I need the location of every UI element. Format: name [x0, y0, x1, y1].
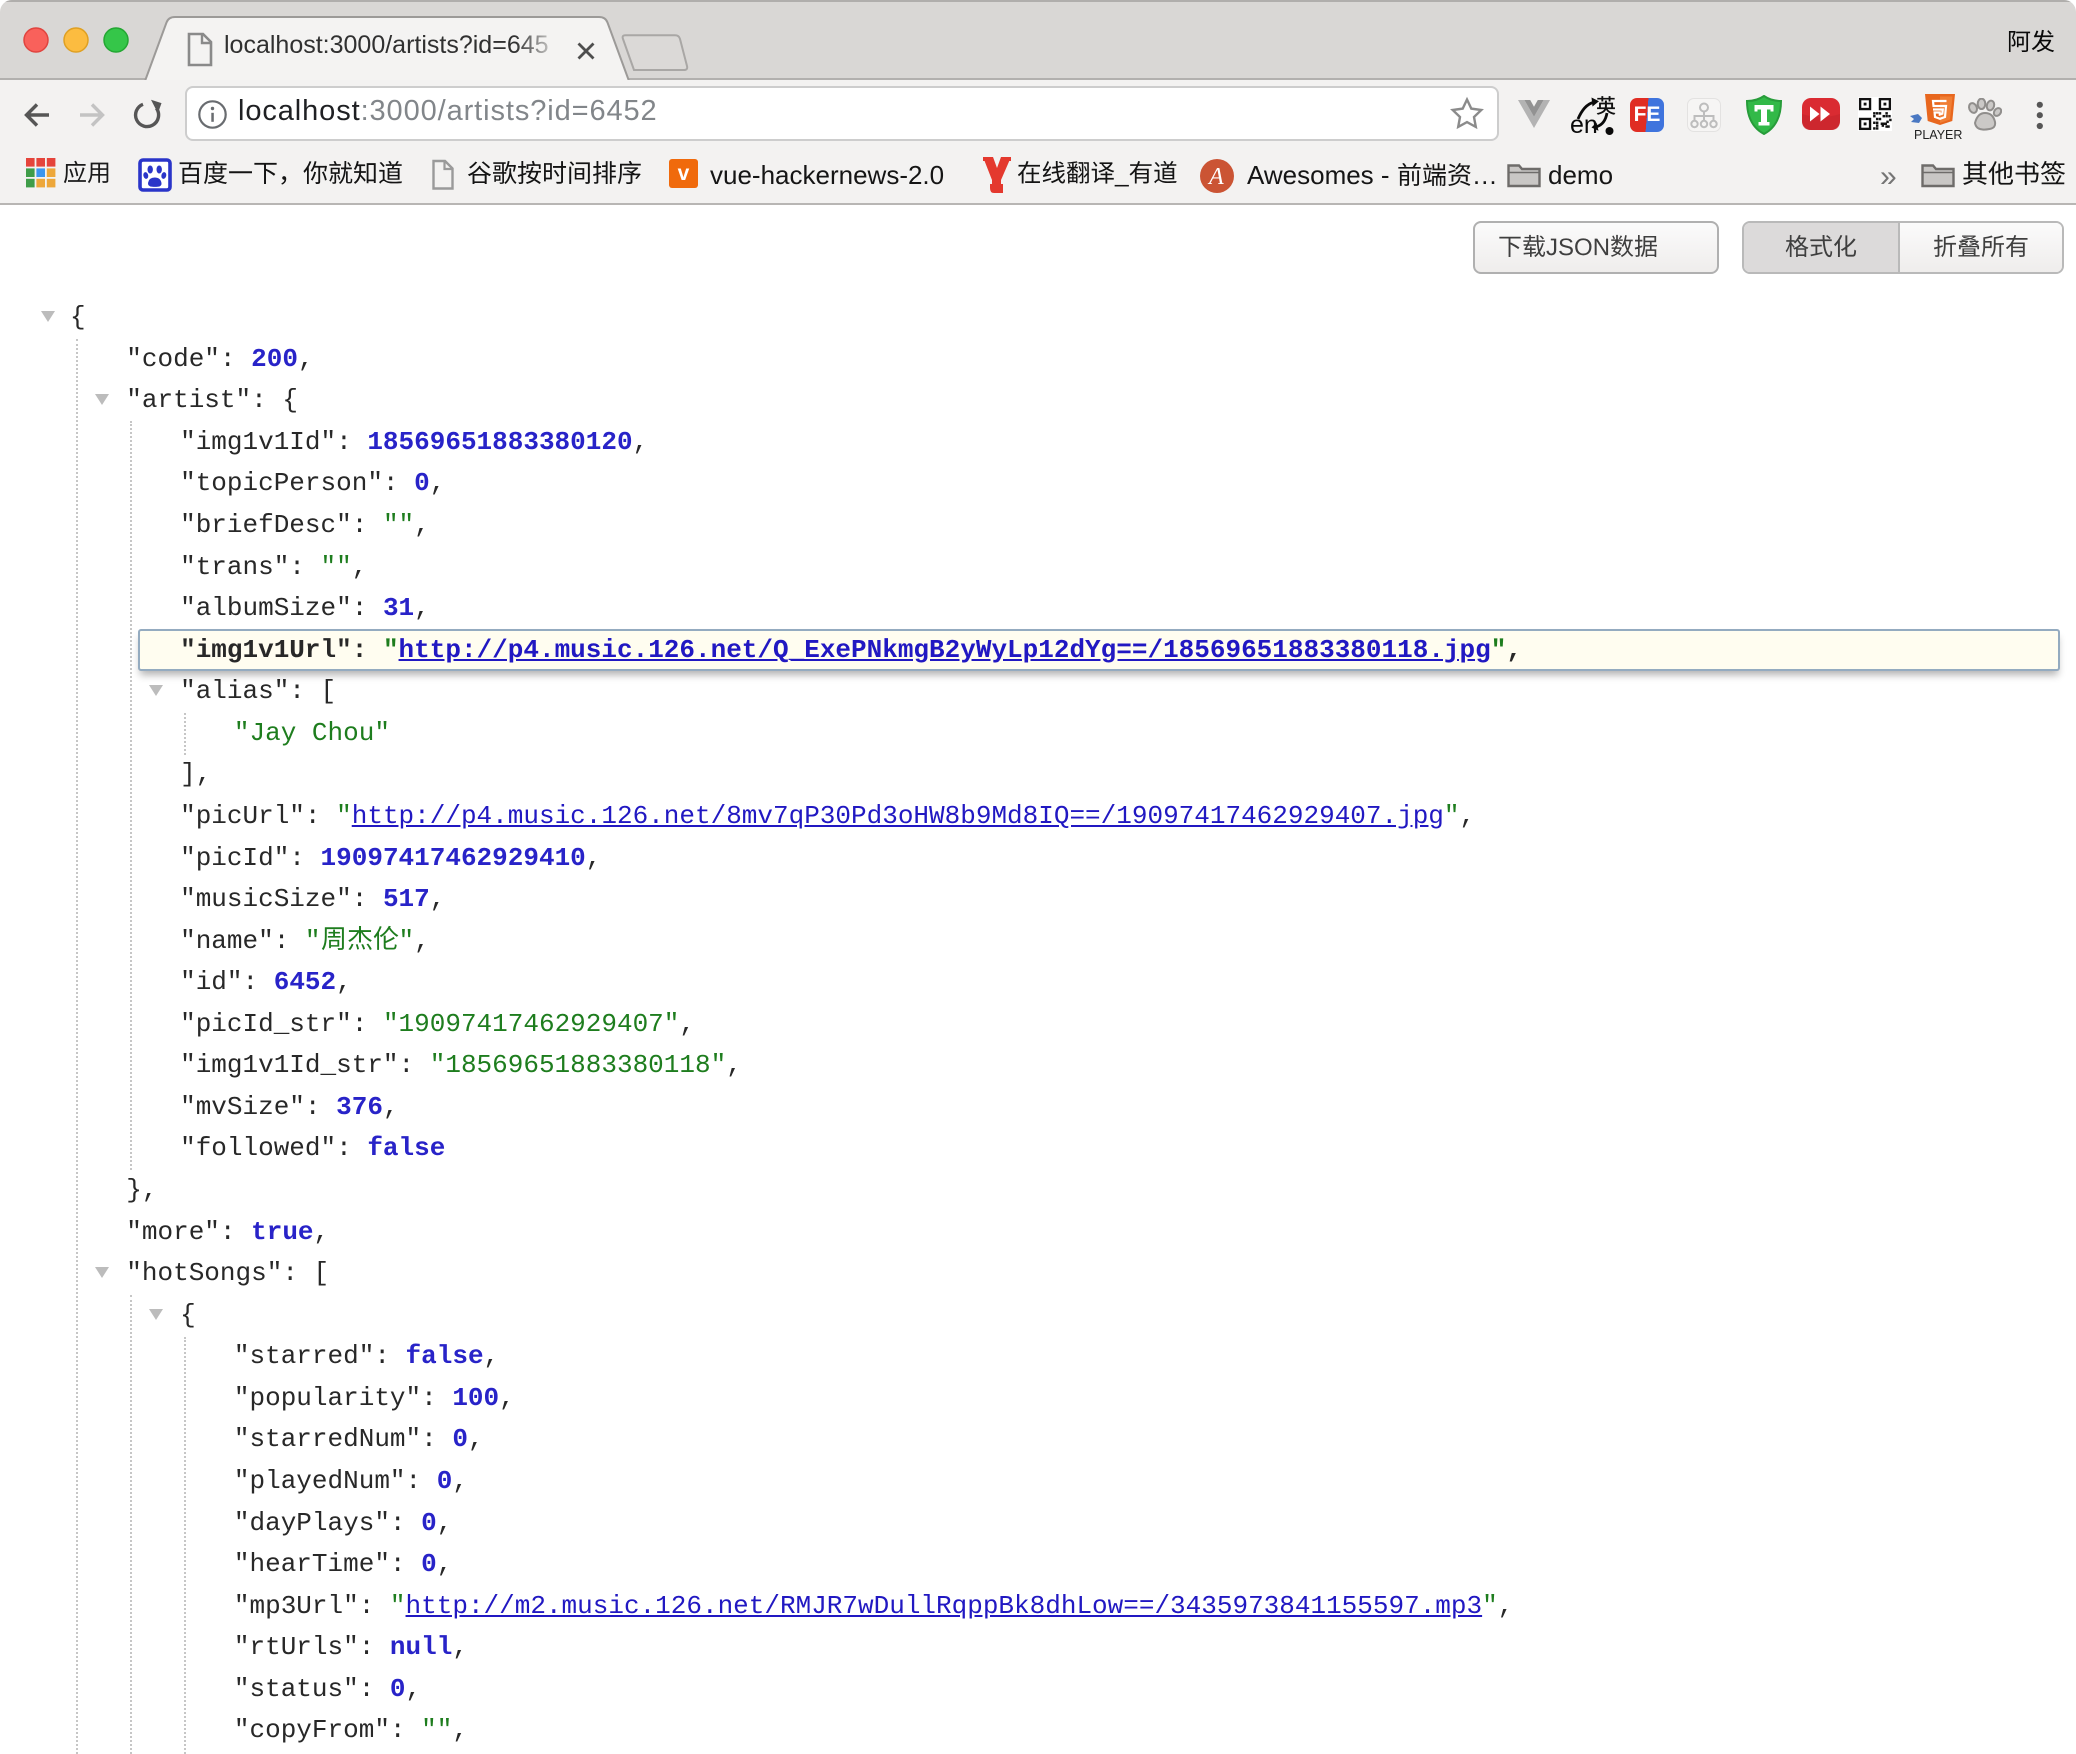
svg-text:A: A — [1207, 164, 1224, 190]
svg-text:en: en — [1570, 111, 1598, 138]
svg-text:PLAYER: PLAYER — [1914, 128, 1962, 142]
